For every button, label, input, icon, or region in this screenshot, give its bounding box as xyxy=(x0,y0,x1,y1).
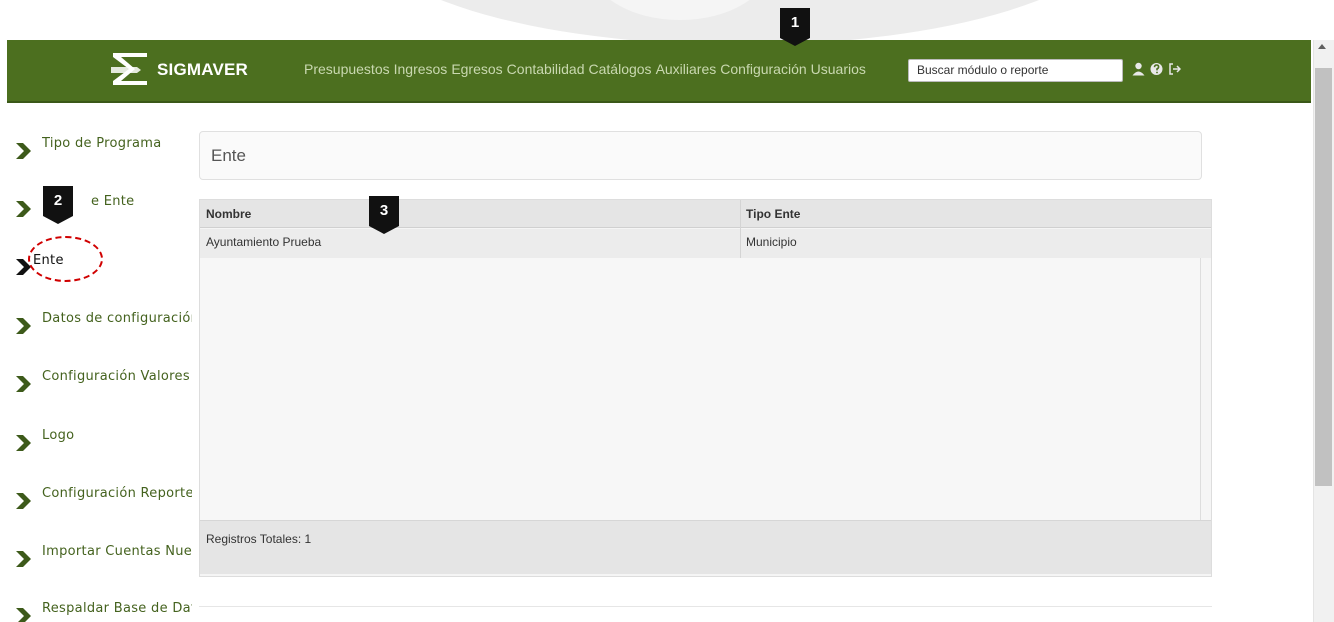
table-footer: Registros Totales: 1 xyxy=(200,520,1211,574)
callout-marker-2: 2 xyxy=(43,186,73,224)
sidebar-item-label: Logo xyxy=(42,428,75,443)
brand[interactable]: SIGMAVER xyxy=(107,42,248,98)
main-menu: Presupuestos Ingresos Egresos Contabilid… xyxy=(304,61,866,77)
chevron-right-icon xyxy=(16,493,31,509)
sidebar-item-importar-cuentas[interactable]: Importar Cuentas Nueva xyxy=(14,544,194,574)
sidebar-item-label: Configuración Valores xyxy=(42,369,190,384)
nav-catalogos[interactable]: Catálogos xyxy=(589,61,652,77)
sidebar-item-label: Tipo de Programa xyxy=(42,136,162,151)
chevron-right-icon xyxy=(16,143,31,159)
module-search-input[interactable]: Buscar módulo o reporte xyxy=(908,59,1123,82)
page: SIGMAVER Presupuestos Ingresos Egresos C… xyxy=(0,0,1334,622)
page-title-panel: Ente xyxy=(199,131,1202,180)
callout-number: 3 xyxy=(379,202,389,219)
chevron-right-icon xyxy=(16,376,31,392)
nav-ingresos[interactable]: Ingresos xyxy=(394,61,448,77)
sidebar-item-respaldar-base[interactable]: Respaldar Base de Datc xyxy=(14,601,194,622)
sidebar-item-tipo-de-programa[interactable]: Tipo de Programa xyxy=(14,136,194,166)
callout-marker-3: 3 xyxy=(369,196,399,234)
top-navbar: SIGMAVER Presupuestos Ingresos Egresos C… xyxy=(7,40,1311,103)
sidebar-item-configuracion-valores[interactable]: Configuración Valores xyxy=(14,369,194,399)
nav-contabilidad[interactable]: Contabilidad xyxy=(507,61,585,77)
nav-configuracion[interactable]: Configuración xyxy=(720,61,806,77)
table-row[interactable]: Ayuntamiento Prueba Municipio xyxy=(200,229,1211,258)
scroll-up-arrow-icon[interactable] xyxy=(1318,44,1326,49)
nav-presupuestos[interactable]: Presupuestos xyxy=(304,61,390,77)
logout-icon[interactable] xyxy=(1168,62,1181,76)
help-icon[interactable] xyxy=(1150,62,1163,76)
sigmaver-logo-icon xyxy=(111,53,147,85)
total-records: Registros Totales: 1 xyxy=(206,532,312,546)
chevron-right-icon xyxy=(16,318,31,334)
brand-name: SIGMAVER xyxy=(157,60,249,79)
chevron-right-icon xyxy=(16,201,31,217)
user-icon[interactable] xyxy=(1132,62,1145,76)
callout-number: 1 xyxy=(790,14,800,31)
table-header: Nombre Tipo Ente xyxy=(200,200,1211,228)
highlight-ring xyxy=(28,236,103,282)
divider xyxy=(199,606,1212,607)
cell-tipo-ente: Municipio xyxy=(746,235,797,249)
table-empty-area xyxy=(200,258,1201,521)
column-divider xyxy=(740,200,741,258)
sidebar-item-logo[interactable]: Logo xyxy=(14,428,194,458)
nav-usuarios[interactable]: Usuarios xyxy=(811,61,866,77)
callout-marker-1: 1 xyxy=(780,8,810,46)
nav-egresos[interactable]: Egresos xyxy=(451,61,502,77)
sidebar-item-datos-de-configuracion[interactable]: Datos de configuración xyxy=(14,311,194,341)
user-actions xyxy=(1132,62,1181,76)
column-header-tipo-ente[interactable]: Tipo Ente xyxy=(746,207,800,221)
sidebar-item-label: Respaldar Base de Datc xyxy=(42,601,192,616)
chevron-right-icon xyxy=(16,551,31,567)
cell-nombre: Ayuntamiento Prueba xyxy=(206,235,322,249)
chevron-right-icon xyxy=(16,435,31,451)
sidebar-item-label: Datos de configuración xyxy=(42,311,192,326)
decorative-swoosh xyxy=(360,0,1120,45)
sidebar-item-label: Importar Cuentas Nueva xyxy=(42,544,192,559)
sidebar-item-label: Configuración Reportes xyxy=(42,486,192,501)
callout-number: 2 xyxy=(53,192,63,209)
ente-table: Nombre Tipo Ente Ayuntamiento Prueba Mun… xyxy=(199,199,1212,577)
chevron-right-icon xyxy=(16,608,31,622)
sidebar-item-configuracion-reportes[interactable]: Configuración Reportes xyxy=(14,486,194,516)
page-title: Ente xyxy=(211,146,246,165)
scrollbar-thumb[interactable] xyxy=(1315,68,1332,486)
sidebar-item-tipo-de-ente[interactable]: e Ente xyxy=(14,194,194,224)
nav-auxiliares[interactable]: Auxiliares xyxy=(656,61,717,77)
column-header-nombre[interactable]: Nombre xyxy=(206,207,251,221)
